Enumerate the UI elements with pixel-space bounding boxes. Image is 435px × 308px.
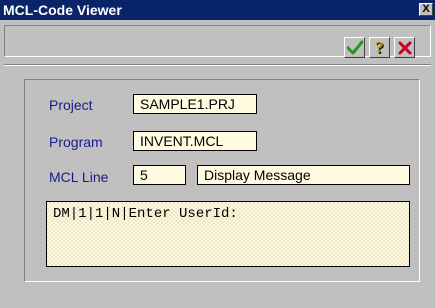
program-label: Program: [49, 134, 103, 150]
toolbar-separator: [4, 64, 431, 66]
close-icon: X: [422, 3, 430, 15]
code-textarea[interactable]: DM|1|1|N|Enter UserId:: [46, 201, 410, 267]
title-bar: MCL-Code Viewer X: [0, 0, 435, 20]
mcl-line-label: MCL Line: [49, 169, 109, 185]
question-icon: ?: [375, 37, 384, 57]
checkmark-icon: [346, 40, 363, 55]
cancel-button[interactable]: [394, 37, 415, 58]
mcl-line-description-field[interactable]: Display Message: [197, 165, 410, 185]
project-field[interactable]: SAMPLE1.PRJ: [133, 94, 257, 114]
project-label: Project: [49, 97, 93, 113]
help-button[interactable]: ?: [369, 37, 390, 58]
x-icon: [398, 41, 411, 54]
toolbar-panel: [4, 25, 431, 57]
ok-button[interactable]: [344, 37, 365, 58]
mcl-line-number-field[interactable]: 5: [133, 165, 186, 185]
program-field[interactable]: INVENT.MCL: [133, 131, 257, 151]
close-button[interactable]: X: [419, 3, 433, 16]
window-title: MCL-Code Viewer: [3, 2, 122, 18]
